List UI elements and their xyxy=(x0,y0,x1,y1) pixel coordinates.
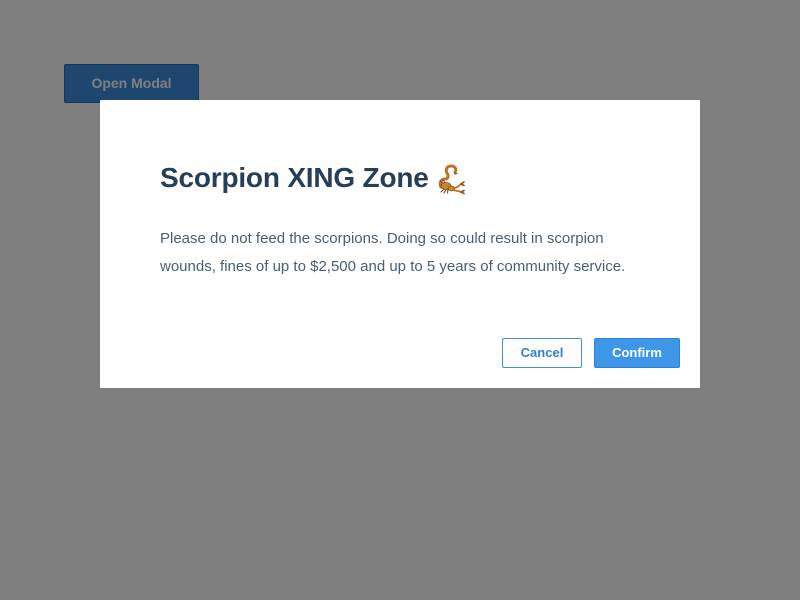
confirm-button[interactable]: Confirm xyxy=(594,338,680,368)
modal-title-text: Scorpion XING Zone xyxy=(160,162,429,193)
modal-title: Scorpion XING Zone xyxy=(160,156,467,200)
modal-dialog: Scorpion XING Zone Please do not feed th… xyxy=(100,100,700,388)
scorpion-icon xyxy=(433,161,467,195)
modal-body-text: Please do not feed the scorpions. Doing … xyxy=(160,230,626,275)
page-background: Open Modal Scorpion XING Zone xyxy=(0,0,800,600)
cancel-button[interactable]: Cancel xyxy=(502,338,582,368)
